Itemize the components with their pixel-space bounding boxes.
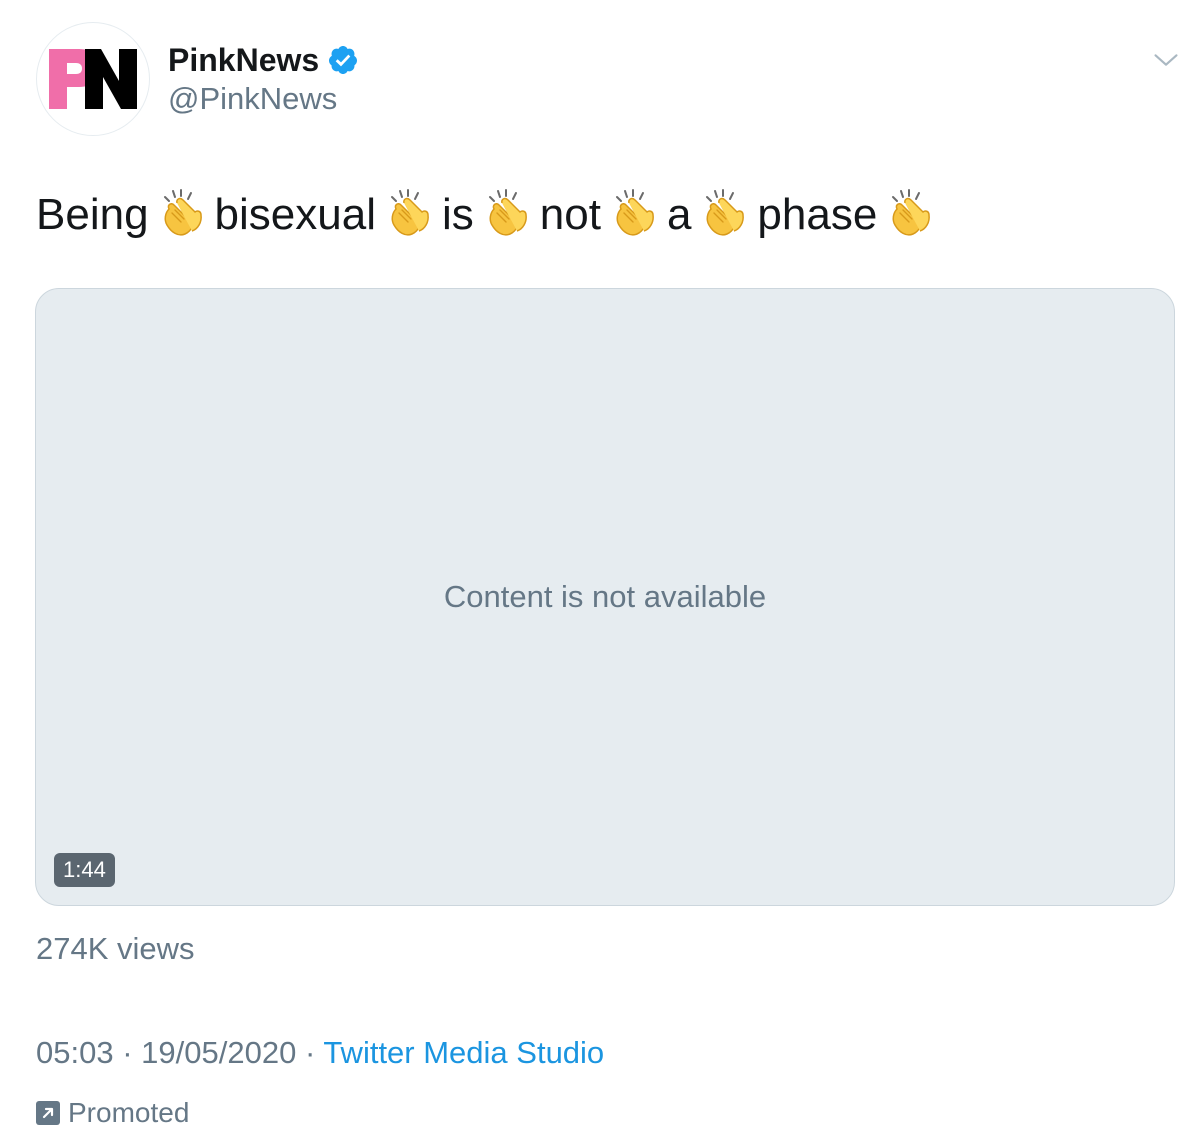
tweet-meta: 05:03 · 19/05/2020 · Twitter Media Studi… [36,1034,604,1072]
promoted-label[interactable]: Promoted [36,1096,189,1130]
tweet-text: Being bisexual is not a phase [36,188,933,242]
tweet-word: Being [36,190,149,239]
tweet-date[interactable]: 19/05/2020 [141,1035,296,1070]
tweet-time[interactable]: 05:03 [36,1035,114,1070]
avatar[interactable] [36,22,150,136]
display-name[interactable]: PinkNews [168,40,359,80]
tweet-word: bisexual [214,190,376,239]
tweet-card[interactable]: PinkNews @PinkNews Being bisexual is not… [0,0,1200,1137]
video-duration-badge: 1:44 [54,853,115,887]
view-count: 274K views [36,931,195,966]
tweet-word: a [666,190,692,239]
promoted-text: Promoted [68,1097,190,1128]
pinknews-logo-icon [49,49,137,109]
clapping-hands-icon [484,189,530,237]
verified-badge-icon [329,46,358,74]
clapping-hands-icon [159,189,205,237]
tweet-word: phase [757,190,878,239]
clapping-hands-icon [386,189,432,237]
promoted-arrow-icon [36,1101,60,1125]
meta-separator: · [122,1035,133,1070]
media-unavailable-message: Content is not available [443,579,767,614]
chevron-down-icon[interactable] [1152,46,1180,74]
video-player[interactable]: Content is not available 1:44 [35,288,1175,906]
tweet-source-link[interactable]: Twitter Media Studio [323,1035,604,1070]
tweet-word: not [539,190,601,239]
tweet-word: is [441,190,474,239]
clapping-hands-icon [701,189,747,237]
meta-separator: · [304,1035,316,1070]
display-name-text: PinkNews [168,42,320,78]
clapping-hands-icon [611,189,657,237]
clapping-hands-icon [887,189,933,237]
user-handle[interactable]: @PinkNews [168,80,337,118]
